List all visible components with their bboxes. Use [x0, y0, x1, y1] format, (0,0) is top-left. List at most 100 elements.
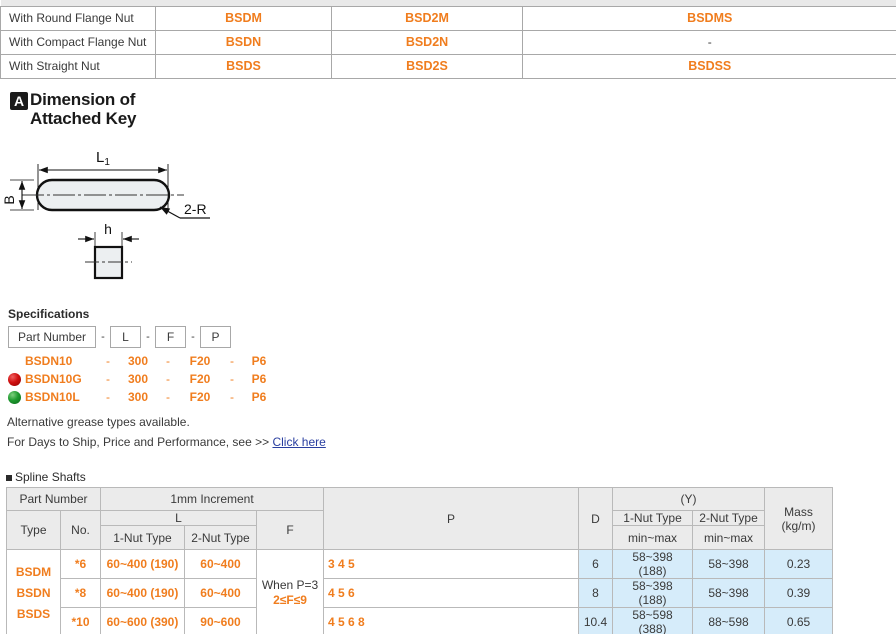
section-a-title-line2: Attached Key [30, 109, 136, 128]
table-row: *10 60~600 (390) 90~600 4 5 6 8 10.4 58~… [7, 608, 833, 634]
example-P: P6 [243, 372, 275, 386]
header-P: P [324, 488, 579, 550]
row-P: 3 4 5 [324, 550, 579, 579]
row-P: 4 5 6 [324, 579, 579, 608]
row-mass: 0.23 [765, 550, 833, 579]
header-y-1nut-type: 1-Nut Type [613, 511, 693, 526]
row-D: 6 [579, 550, 613, 579]
spline-shafts-table: Part Number 1mm Increment P D (Y) Mass (… [6, 487, 833, 634]
grease-dot-red-icon [8, 373, 21, 386]
row-F: When P=3 2≤F≤9 [257, 550, 324, 634]
format-separator: - [186, 331, 200, 343]
row-D: 8 [579, 579, 613, 608]
table-header-row-1: Part Number 1mm Increment P D (Y) Mass (… [7, 488, 833, 511]
example-separator: - [97, 390, 119, 404]
example-P: P6 [243, 390, 275, 404]
attached-key-diagram: L1 B 2-R h [0, 138, 260, 288]
row-y-1nut: 58~398 (188) [613, 579, 693, 608]
days-to-ship-note: For Days to Ship, Price and Performance,… [7, 435, 326, 449]
row-l-1nut: 60~400 (190) [101, 550, 185, 579]
header-1mm-increment: 1mm Increment [101, 488, 324, 511]
dim-label-h: h [104, 221, 112, 237]
format-separator: - [96, 331, 110, 343]
row-mass: 0.65 [765, 608, 833, 634]
row-code-double: BSD2S [332, 54, 523, 78]
click-here-link[interactable]: Click here [272, 435, 325, 449]
example-separator: - [97, 354, 119, 368]
row-D: 10.4 [579, 608, 613, 634]
row-l-1nut: 60~400 (190) [101, 579, 185, 608]
example-P: P6 [243, 354, 275, 368]
format-box-L: L [110, 326, 141, 348]
spline-shafts-title-text: Spline Shafts [15, 470, 86, 484]
spec-example-row: BSDN10 - 300 - F20 - P6 [8, 352, 275, 370]
type-line-3: BSDS [17, 607, 50, 621]
table-row: With Compact Flange Nut BSDN BSD2N - [1, 30, 896, 54]
example-L: 300 [119, 354, 157, 368]
row-code-single: BSDS [156, 54, 332, 78]
example-F: F20 [179, 354, 221, 368]
header-l-1nut-type: 1-Nut Type [101, 526, 185, 550]
example-part-number: BSDN10L [25, 390, 97, 404]
example-separator: - [157, 354, 179, 368]
bullet-square-icon [6, 475, 12, 481]
row-code-single: BSDN [156, 30, 332, 54]
spec-example-row: BSDN10L - 300 - F20 - P6 [8, 388, 275, 406]
type-line-1: BSDM [16, 565, 51, 579]
format-box-F: F [155, 326, 186, 348]
header-l-2nut-type: 2-Nut Type [185, 526, 257, 550]
example-separator: - [221, 372, 243, 386]
row-code-stainless: BSDMS [523, 6, 896, 30]
header-part-number: Part Number [7, 488, 101, 511]
table-row: With Round Flange Nut BSDM BSD2M BSDMS [1, 6, 896, 30]
example-separator: - [157, 372, 179, 386]
section-badge-icon: A [10, 92, 28, 110]
row-l-2nut: 60~400 [185, 550, 257, 579]
type-line-2: BSDN [16, 586, 50, 600]
example-L: 300 [119, 372, 157, 386]
row-mass: 0.39 [765, 579, 833, 608]
section-a-heading: A Dimension of Attached Key [10, 90, 136, 128]
header-y-2nut-type: 2-Nut Type [693, 511, 765, 526]
specifications-heading: Specifications [8, 307, 89, 321]
format-box-P: P [200, 326, 231, 348]
row-label: With Compact Flange Nut [1, 30, 156, 54]
row-no: *8 [61, 579, 101, 608]
example-part-number: BSDN10G [25, 372, 97, 386]
section-a-title: Dimension of Attached Key [30, 90, 136, 128]
row-code-double: BSD2M [332, 6, 523, 30]
row-label: With Round Flange Nut [1, 6, 156, 30]
row-l-1nut: 60~600 (390) [101, 608, 185, 634]
format-box-part-number: Part Number [8, 326, 96, 348]
grease-note: Alternative grease types available. [7, 415, 190, 429]
example-L: 300 [119, 390, 157, 404]
dim-label-2R: 2-R [184, 201, 207, 217]
grease-dot-green-icon [8, 391, 21, 404]
example-F: F20 [179, 390, 221, 404]
header-D: D [579, 488, 613, 550]
header-mass: Mass (kg/m) [765, 488, 833, 550]
row-l-2nut: 90~600 [185, 608, 257, 634]
row-y-1nut: 58~598 (388) [613, 608, 693, 634]
format-separator: - [141, 331, 155, 343]
row-code-stainless: - [523, 30, 896, 54]
header-type: Type [7, 511, 61, 550]
days-to-ship-text: For Days to Ship, Price and Performance,… [7, 435, 272, 449]
row-y-2nut: 88~598 [693, 608, 765, 634]
row-type-label: BSDM BSDN BSDS [7, 550, 61, 634]
header-Y: (Y) [613, 488, 765, 511]
example-part-number: BSDN10 [25, 354, 97, 368]
row-code-stainless: BSDSS [523, 54, 896, 78]
nut-type-table: With Round Flange Nut BSDM BSD2M BSDMS W… [0, 0, 896, 79]
page-root: With Round Flange Nut BSDM BSD2M BSDMS W… [0, 0, 896, 634]
f-line-1: When P=3 [262, 578, 318, 592]
row-y-2nut: 58~398 [693, 579, 765, 608]
specification-examples: BSDN10 - 300 - F20 - P6 BSDN10G - 300 - … [8, 352, 275, 406]
example-separator: - [97, 372, 119, 386]
header-F: F [257, 511, 324, 550]
table-row: *8 60~400 (190) 60~400 4 5 6 8 58~398 (1… [7, 579, 833, 608]
dim-label-L1: L1 [96, 149, 110, 168]
header-y-2nut-range: min~max [693, 526, 765, 550]
header-y-1nut-range: min~max [613, 526, 693, 550]
part-number-format-boxes: Part Number - L - F - P [8, 326, 231, 348]
